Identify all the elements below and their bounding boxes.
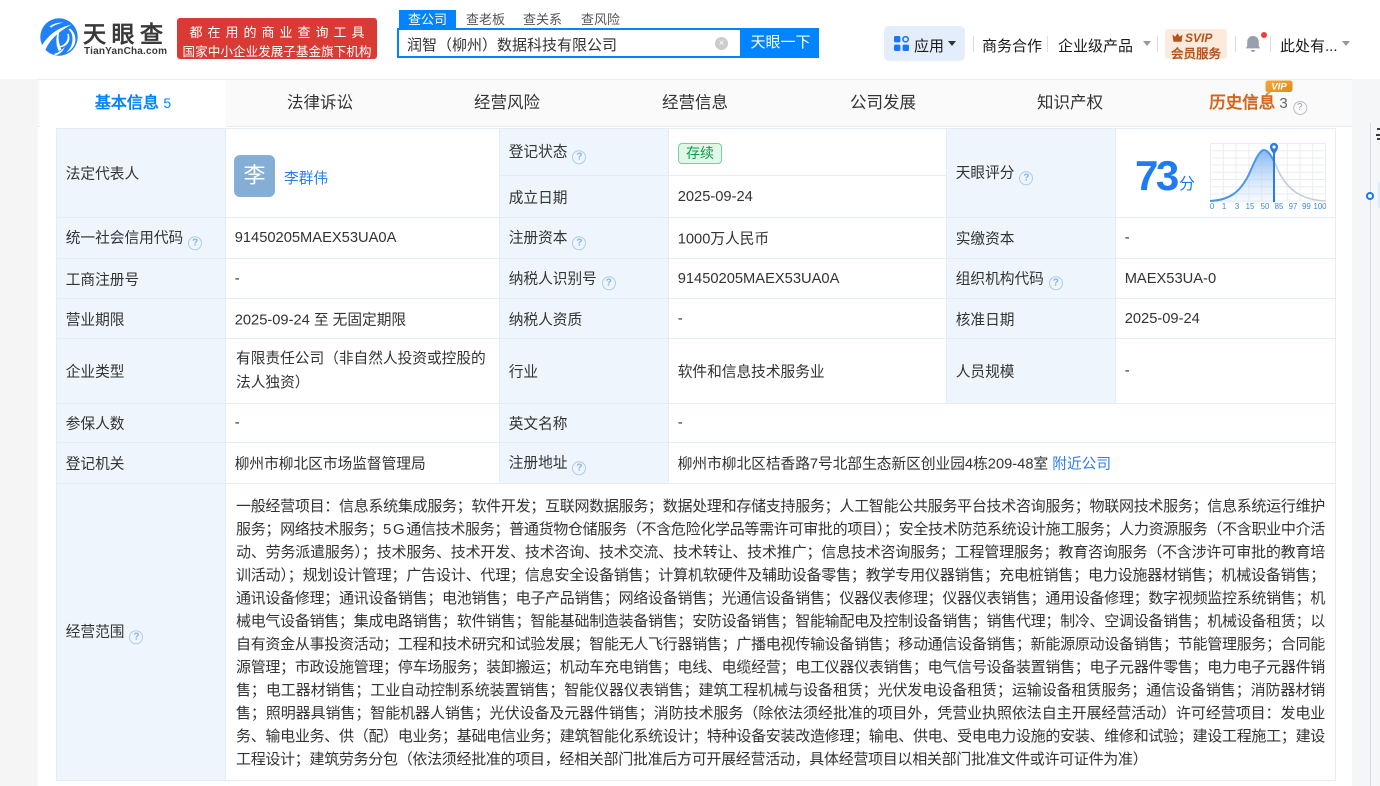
svg-text:1: 1 xyxy=(1222,202,1226,211)
svg-text:85: 85 xyxy=(1275,202,1284,211)
svg-text:VIP: VIP xyxy=(1271,82,1287,93)
svg-text:3: 3 xyxy=(1235,202,1239,211)
svg-text:0: 0 xyxy=(1210,202,1215,211)
svg-text:97: 97 xyxy=(1289,202,1298,211)
svg-text:99: 99 xyxy=(1302,202,1311,211)
svg-text:50: 50 xyxy=(1261,202,1270,211)
svg-text:100: 100 xyxy=(1313,202,1327,211)
svg-text:15: 15 xyxy=(1246,202,1255,211)
